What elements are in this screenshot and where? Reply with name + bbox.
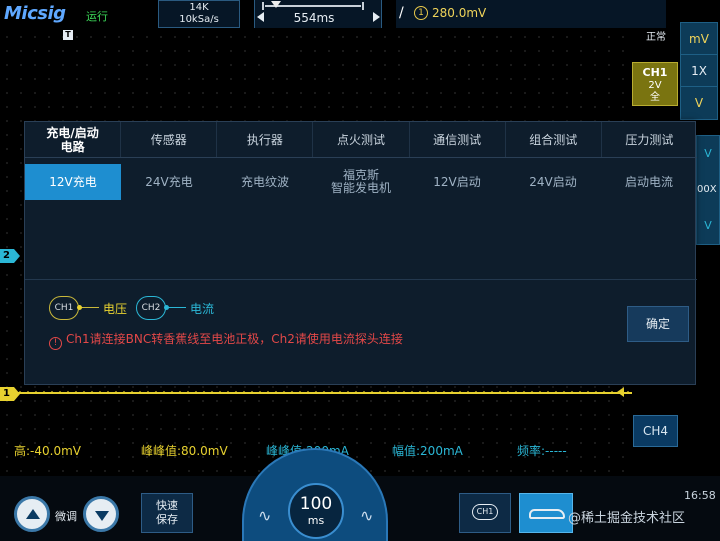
automotive-mode-button[interactable] bbox=[519, 493, 573, 533]
tab-communication[interactable]: 通信测试 bbox=[410, 122, 506, 157]
dial-value: 100 bbox=[299, 494, 333, 514]
sample-rate: 10kSa/s bbox=[179, 14, 219, 25]
subtab-ford-focus-smart-alternator[interactable]: 福克斯 智能发电机 bbox=[313, 164, 409, 200]
ch1-unit-v[interactable]: V bbox=[681, 87, 717, 119]
top-status-bar: Micsig 运行 14K 10kSa/s 554ms / 1 280.0mV bbox=[0, 0, 720, 30]
timebase-control[interactable]: 554ms bbox=[254, 0, 382, 28]
ch4-button[interactable]: CH4 bbox=[633, 415, 678, 447]
run-status[interactable]: 运行 bbox=[86, 8, 108, 24]
connection-instructions: ! Ch1请连接BNC转香蕉线至电池正极，Ch2请使用电流探头连接 bbox=[49, 330, 403, 350]
ch2-probe-label: 电流 bbox=[190, 302, 215, 316]
ch1-probe-icon-small: CH1 bbox=[472, 504, 498, 520]
trigger-level: 280.0mV bbox=[432, 6, 487, 20]
ch2-probe-icon: CH2 bbox=[136, 296, 166, 320]
ch2-offset-marker[interactable]: 2 bbox=[0, 249, 20, 263]
fine-adjust-up-button[interactable] bbox=[14, 496, 50, 532]
trigger-level-marker-icon[interactable] bbox=[617, 387, 624, 397]
ch1-badge-scale: 2V bbox=[648, 80, 662, 91]
measure-frequency: 频率:----- bbox=[517, 444, 567, 458]
ch1-probe-label: 电压 bbox=[103, 302, 128, 316]
timebase-dial-center[interactable]: 100 ms bbox=[288, 483, 344, 539]
measure-high: 高:-40.0mV bbox=[14, 444, 81, 458]
measure-pk2pk-ch1: 峰峰值:80.0mV bbox=[141, 444, 228, 458]
tab-charging-starting[interactable]: 充电/启动 电路 bbox=[25, 122, 122, 157]
arrow-down-icon bbox=[95, 511, 109, 521]
timebase-right-arrow-icon[interactable] bbox=[373, 12, 380, 22]
acquisition-info[interactable]: 14K 10kSa/s bbox=[158, 0, 240, 28]
trigger-position-marker[interactable]: T bbox=[63, 30, 73, 40]
timebase-value: 554ms bbox=[293, 11, 335, 25]
confirm-button[interactable]: 确定 bbox=[627, 306, 689, 342]
watermark: @稀土掘金技术社区 bbox=[568, 511, 686, 526]
wave-compress-icon[interactable]: ∿ bbox=[258, 506, 271, 525]
subtab-charging-ripple[interactable]: 充电纹波 bbox=[217, 164, 313, 200]
bottom-control-bar: 微调 快速 保存 ∿ 100 ms ∿ CH1 16:58 @稀土掘金技术社区 bbox=[0, 448, 720, 541]
arrow-up-icon bbox=[26, 509, 40, 519]
ch1-badge-coupling: 全 bbox=[650, 92, 660, 103]
record-position-marker-icon[interactable] bbox=[271, 1, 281, 8]
measure-amplitude: 幅值:200mA bbox=[392, 444, 463, 458]
ch2-probe-ratio[interactable]: 00X bbox=[697, 172, 719, 208]
channel-menu-button[interactable]: CH1 bbox=[459, 493, 511, 533]
trigger-mode[interactable]: 正常 bbox=[646, 28, 666, 43]
memory-depth: 14K bbox=[189, 2, 209, 13]
subtab-24v-starting[interactable]: 24V启动 bbox=[505, 164, 601, 200]
quick-save-button[interactable]: 快速 保存 bbox=[141, 493, 193, 533]
ch1-channel-badge[interactable]: CH1 2V 全 bbox=[632, 62, 678, 106]
subtab-12v-charging[interactable]: 12V充电 bbox=[25, 164, 121, 200]
test-item-list: 12V充电 24V充电 充电纹波 福克斯 智能发电机 12V启动 24V启动 启… bbox=[25, 164, 697, 200]
connection-instructions-text: Ch1请连接BNC转香蕉线至电池正极，Ch2请使用电流探头连接 bbox=[66, 332, 403, 346]
trigger-info[interactable]: / 1 280.0mV bbox=[396, 0, 666, 28]
tab-sensor[interactable]: 传感器 bbox=[121, 122, 218, 157]
wave-expand-icon[interactable]: ∿ bbox=[360, 506, 373, 525]
ch2-unit[interactable]: V bbox=[697, 136, 719, 172]
ch1-probe-icon: CH1 bbox=[49, 296, 79, 320]
car-icon bbox=[529, 509, 565, 519]
tab-actuator[interactable]: 执行器 bbox=[217, 122, 314, 157]
ch1-trace bbox=[0, 392, 632, 394]
fine-adjust-down-button[interactable] bbox=[83, 496, 119, 532]
clock: 16:58 bbox=[684, 489, 716, 502]
test-category-tabs: 充电/启动 电路 传感器 执行器 点火测试 通信测试 组合测试 压力测试 bbox=[25, 122, 697, 158]
fine-adjust-label: 微调 bbox=[55, 510, 77, 523]
ch1-scale-column[interactable]: mV 1X V bbox=[680, 22, 718, 120]
ch2-scale-column[interactable]: V 00X V bbox=[696, 135, 720, 245]
micsig-logo: Micsig bbox=[4, 3, 66, 24]
ch2-probe-tip bbox=[164, 305, 169, 310]
ch1-probe-ratio[interactable]: 1X bbox=[681, 55, 717, 87]
ch2-probe-wire bbox=[166, 307, 186, 308]
ch2-unit-v[interactable]: V bbox=[697, 208, 719, 244]
dial-unit: ms bbox=[307, 514, 325, 527]
subtab-starting-current[interactable]: 启动电流 bbox=[601, 164, 697, 200]
ch1-unit[interactable]: mV bbox=[681, 23, 717, 55]
subtab-12v-starting[interactable]: 12V启动 bbox=[409, 164, 505, 200]
automotive-test-dialog: 充电/启动 电路 传感器 执行器 点火测试 通信测试 组合测试 压力测试 12V… bbox=[24, 121, 697, 385]
ch1-probe-wire bbox=[79, 307, 99, 308]
tab-combined[interactable]: 组合测试 bbox=[506, 122, 602, 157]
rising-edge-icon: / bbox=[399, 5, 404, 21]
trigger-source-badge: 1 bbox=[414, 6, 428, 20]
ch1-probe-tip bbox=[77, 305, 82, 310]
dialog-divider bbox=[25, 279, 697, 280]
subtab-24v-charging[interactable]: 24V充电 bbox=[121, 164, 217, 200]
tab-ignition[interactable]: 点火测试 bbox=[313, 122, 410, 157]
warning-icon: ! bbox=[49, 337, 62, 350]
tab-pressure[interactable]: 压力测试 bbox=[602, 122, 697, 157]
ch1-badge-name: CH1 bbox=[642, 66, 668, 79]
